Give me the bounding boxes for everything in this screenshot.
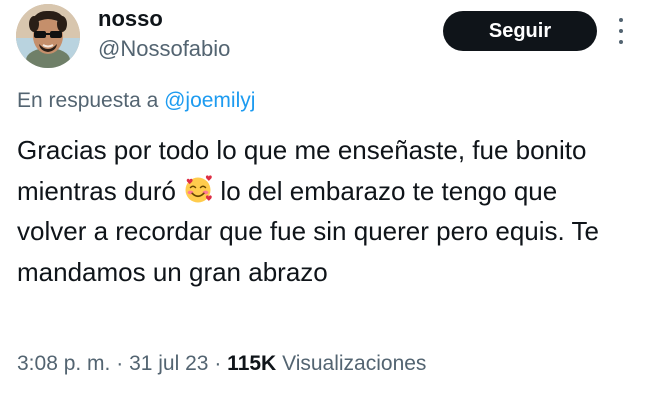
- tweet-date: 31 jul 23: [129, 352, 209, 375]
- reply-context: En respuesta a @joemilyj: [17, 88, 255, 114]
- reply-prefix: En respuesta a: [17, 89, 165, 112]
- tweet-time: 3:08 p. m.: [17, 352, 111, 375]
- person-with-sunglasses-avatar-icon: [16, 4, 80, 68]
- avatar[interactable]: [16, 4, 80, 68]
- follow-button[interactable]: Seguir: [443, 11, 597, 51]
- views-link[interactable]: 115K Visualizaciones: [227, 352, 426, 375]
- tweet-time-link[interactable]: 3:08 p. m. · 31 jul 23: [17, 352, 208, 375]
- vertical-ellipsis-icon[interactable]: [614, 18, 628, 44]
- tweet-meta: 3:08 p. m. · 31 jul 23 · 115K Visualizac…: [17, 350, 426, 378]
- tweet-card: nosso @Nossofabio Seguir En respuesta a …: [0, 0, 650, 415]
- reply-mention-link[interactable]: @joemilyj: [164, 89, 255, 112]
- smiling-face-with-hearts-emoji-icon: [185, 174, 212, 202]
- dot: [619, 18, 623, 22]
- meta-separator: ·: [116, 352, 124, 375]
- views-count: 115K: [227, 352, 277, 375]
- views-label: Visualizaciones: [282, 352, 427, 375]
- meta-separator: ·: [214, 352, 222, 375]
- dot: [619, 40, 623, 44]
- dot: [619, 29, 623, 33]
- author-name[interactable]: nosso: [98, 6, 163, 32]
- author-handle[interactable]: @Nossofabio: [98, 36, 230, 62]
- tweet-text: Gracias por todo lo que me enseñaste, fu…: [17, 130, 617, 292]
